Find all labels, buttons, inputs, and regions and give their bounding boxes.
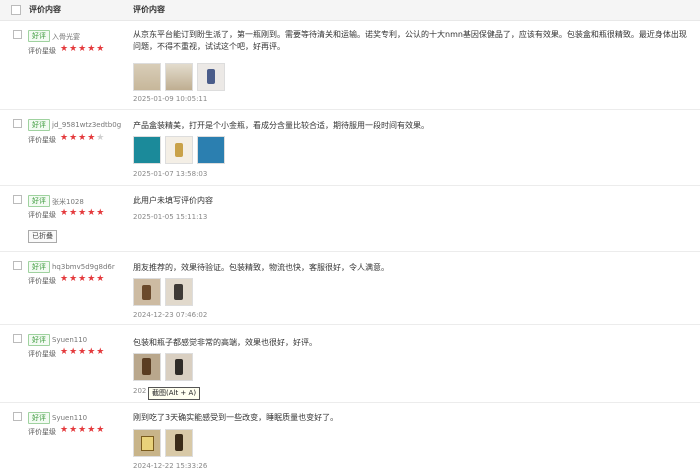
good-review-badge: 好评 <box>28 119 50 131</box>
review-image[interactable] <box>165 278 193 306</box>
rating-label: 评价星级 <box>28 428 56 436</box>
username: Syuen110 <box>52 336 88 344</box>
row-checkbox[interactable] <box>13 261 22 270</box>
good-review-badge: 好评 <box>28 261 50 273</box>
star-rating: ★★★★★ <box>60 208 106 218</box>
rating-label: 评价星级 <box>28 136 56 144</box>
review-text: 从京东平台能订到盼生派了，第一瓶刚到。需要等待清关和运输。诺奖专利，公认的十大n… <box>133 30 687 51</box>
review-image[interactable] <box>133 278 161 306</box>
username: 入骨光宴 <box>52 33 80 41</box>
review-image[interactable] <box>197 63 225 91</box>
review-image[interactable] <box>133 63 161 91</box>
good-review-badge: 好评 <box>28 334 50 346</box>
star-rating: ★★★★★ <box>60 425 106 435</box>
review-row: 好评 jd_9581wtz3edtb0g 评价星级 ★★★★★ 产品盒装精美，打… <box>0 110 700 186</box>
star-rating: ★★★★★ <box>60 44 106 54</box>
review-date: 2025-01-09 10:05:11 <box>133 95 208 103</box>
select-all-checkbox[interactable] <box>11 5 21 15</box>
review-row: 好评 hq3bmv5d9g8d6r 评价星级 ★★★★★ 朋友推荐的，效果待验证… <box>0 252 700 325</box>
good-review-badge: 好评 <box>28 30 50 42</box>
review-text: 产品盒装精美，打开是个小金瓶，看成分含量比较合适，期待服用一段时间有效果。 <box>133 121 429 130</box>
review-images <box>133 278 193 306</box>
row-checkbox[interactable] <box>13 195 22 204</box>
rating-label: 评价星级 <box>28 350 56 358</box>
review-images <box>133 353 193 381</box>
screenshot-tooltip: 截图(Alt + A) <box>148 387 201 400</box>
folded-button[interactable]: 已折叠 <box>28 230 57 243</box>
column-header-content: 评价内容 <box>133 5 165 14</box>
good-review-badge: 好评 <box>28 195 50 207</box>
review-row: 好评 张米1028 评价星级 ★★★★★ 已折叠 此用户未填写评价内容 2025… <box>0 186 700 252</box>
username: Syuen110 <box>52 414 88 422</box>
rating-label: 评价星级 <box>28 277 56 285</box>
rating-label: 评价星级 <box>28 211 56 219</box>
review-date: 2024-12-23 07:46:02 <box>133 311 208 319</box>
review-image[interactable] <box>197 136 225 164</box>
username: hq3bmv5d9g8d6r <box>52 263 115 271</box>
review-image[interactable] <box>133 429 161 457</box>
review-image[interactable] <box>133 353 161 381</box>
username: 张米1028 <box>52 198 84 206</box>
rating-label: 评价星级 <box>28 47 56 55</box>
good-review-badge: 好评 <box>28 412 50 424</box>
review-image[interactable] <box>165 136 193 164</box>
review-image[interactable] <box>165 63 193 91</box>
review-images <box>133 429 193 457</box>
row-checkbox[interactable] <box>13 119 22 128</box>
star-rating: ★★★★★ <box>60 274 106 284</box>
row-checkbox[interactable] <box>13 30 22 39</box>
review-date: 2024-12-22 15:33:26 <box>133 462 208 470</box>
review-date: 2025-01-07 13:58:03 <box>133 170 208 178</box>
review-text: 包装和瓶子都感觉非常的高端，效果也很好，好评。 <box>133 338 317 347</box>
review-row: 好评 入骨光宴 评价星级 ★★★★★ 从京东平台能订到盼生派了，第一瓶刚到。需要… <box>0 21 700 110</box>
review-row: 好评 Syuen110 评价星级 ★★★★★ 包装和瓶子都感觉非常的高端，效果也… <box>0 325 700 403</box>
review-image[interactable] <box>165 429 193 457</box>
review-text: 朋友推荐的，效果待验证。包装精致，物流也快，客服很好，令人满意。 <box>133 263 389 272</box>
review-images <box>133 63 225 91</box>
row-checkbox[interactable] <box>13 412 22 421</box>
review-image[interactable] <box>165 353 193 381</box>
review-text: 刚到吃了3天确实能感受到一些改变，睡眠质量也变好了。 <box>133 413 339 422</box>
review-image[interactable] <box>133 136 161 164</box>
star-rating: ★★★★★ <box>60 347 106 357</box>
review-text: 此用户未填写评价内容 <box>133 196 213 205</box>
review-row: 好评 Syuen110 评价星级 ★★★★★ 刚到吃了3天确实能感受到一些改变，… <box>0 403 700 473</box>
review-date: 2025-01-05 15:11:13 <box>133 213 208 221</box>
column-header-review: 评价内容 <box>29 5 61 14</box>
review-images <box>133 136 225 164</box>
username: jd_9581wtz3edtb0g <box>52 121 122 129</box>
star-rating: ★★★★★ <box>60 133 106 143</box>
table-header: 评价内容 评价内容 <box>0 0 700 21</box>
row-checkbox[interactable] <box>13 334 22 343</box>
